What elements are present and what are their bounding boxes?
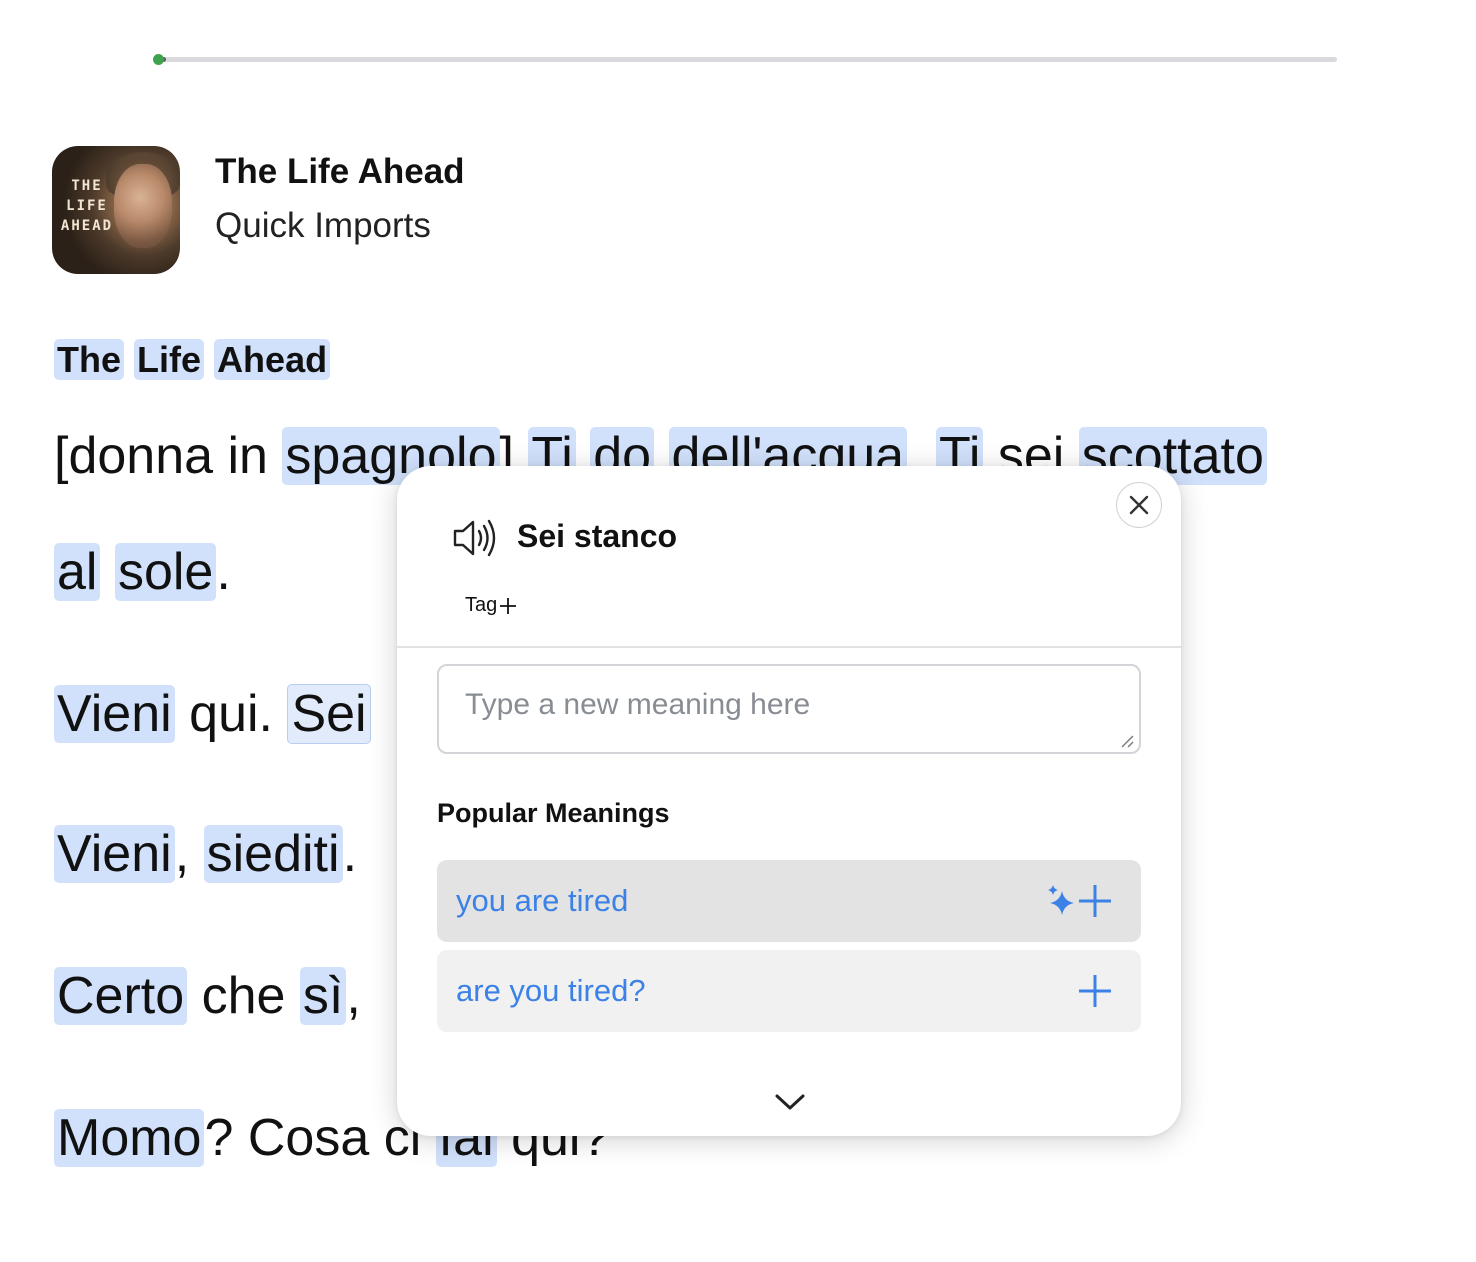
new-meaning-input[interactable] <box>437 664 1141 754</box>
popular-meanings-heading: Popular Meanings <box>437 798 670 828</box>
plain-text: [donna in <box>54 427 283 485</box>
selected-phrase: Sei stanco <box>517 518 678 554</box>
word-token[interactable]: siediti <box>203 825 343 883</box>
meaning-option[interactable]: are you tired? <box>437 950 1141 1032</box>
meaning-text: you are tired <box>456 883 629 918</box>
lesson-heading: The Life Ahead <box>54 338 331 382</box>
meaning-option[interactable]: you are tired <box>437 860 1141 942</box>
word-token[interactable]: Momo <box>54 1109 205 1167</box>
word-popup: Sei stanco Tag Popular Meanings you are … <box>397 466 1181 1136</box>
text-line: Vieni, siediti. <box>54 822 357 886</box>
speaker-icon[interactable] <box>451 516 499 560</box>
word-token[interactable]: Vieni <box>54 685 175 743</box>
word-token[interactable]: Vieni <box>54 825 175 883</box>
plain-text: , <box>174 825 204 883</box>
sparkle-icon <box>1048 885 1074 915</box>
plain-text: . <box>342 825 358 883</box>
close-button[interactable] <box>1116 482 1162 528</box>
plain-text: che <box>187 967 300 1025</box>
text-line: al sole. <box>54 540 231 604</box>
chevron-down-icon[interactable] <box>773 1090 807 1114</box>
selected-word-token[interactable]: Sei <box>287 684 371 744</box>
resize-handle-icon[interactable] <box>1118 732 1134 748</box>
plain-text: . <box>216 543 231 601</box>
divider <box>397 646 1181 648</box>
word-token[interactable]: sì <box>299 967 347 1025</box>
word-token[interactable]: sole <box>114 543 217 601</box>
word-token[interactable]: Life <box>134 339 205 380</box>
close-icon <box>1129 495 1149 515</box>
plus-icon <box>1079 975 1111 1007</box>
text-line: Vieni qui. Sei <box>54 682 371 746</box>
add-meaning-button[interactable] <box>1077 972 1113 1010</box>
meaning-text: are you tired? <box>456 973 646 1008</box>
tag-label: Tag <box>465 594 498 616</box>
plus-icon <box>1079 885 1111 917</box>
add-tag-button[interactable]: Tag <box>465 594 517 617</box>
add-meaning-button[interactable] <box>1047 882 1113 920</box>
plain-text <box>100 543 114 601</box>
word-token[interactable]: Certo <box>54 967 188 1025</box>
plain-text: , <box>346 967 361 1025</box>
text-line: Certo che sì, <box>54 964 361 1028</box>
word-token[interactable]: The <box>54 339 125 380</box>
plain-text: qui. <box>174 685 288 743</box>
plus-icon <box>500 597 517 614</box>
word-token[interactable]: Ahead <box>214 339 331 380</box>
word-token[interactable]: al <box>54 543 101 601</box>
